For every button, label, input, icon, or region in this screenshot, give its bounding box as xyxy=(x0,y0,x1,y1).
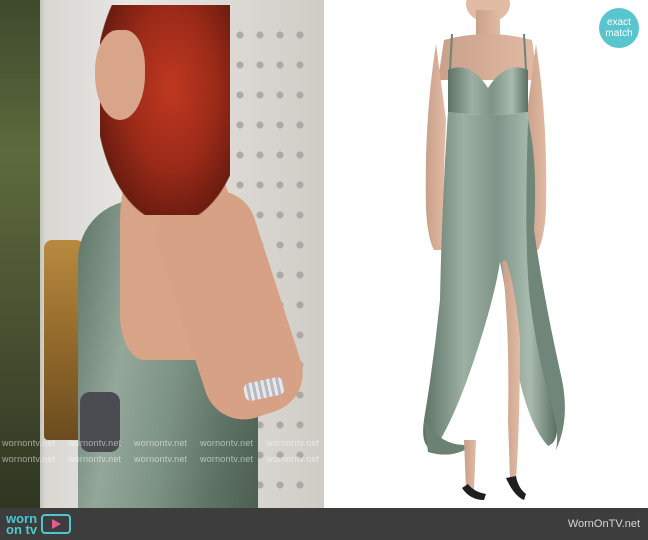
watermark-text: wornontv.net xyxy=(200,454,254,464)
model-left-leg xyxy=(464,440,476,490)
watermark-text: wornontv.net xyxy=(68,438,122,448)
face xyxy=(95,30,145,120)
watermark-text: wornontv.net xyxy=(2,454,56,464)
product-photo xyxy=(324,0,648,508)
dress-product-illustration xyxy=(423,0,565,500)
logo-bottom-text: on tv xyxy=(6,522,38,537)
watermark-text: wornontv.net xyxy=(266,438,320,448)
tv-play-icon xyxy=(41,514,72,534)
exact-match-badge: exact match xyxy=(599,8,639,48)
right-heel-sandal xyxy=(506,476,526,500)
badge-line-1: exact xyxy=(607,17,631,28)
tv-still-photo: wornontv.net wornontv.net wornontv.net w… xyxy=(0,0,324,508)
watermark-text: wornontv.net xyxy=(134,454,188,464)
watermark-text: wornontv.net xyxy=(266,454,320,464)
watermark-text: wornontv.net xyxy=(200,438,254,448)
badge-line-2: match xyxy=(605,28,633,39)
watermark-text: wornontv.net xyxy=(134,438,188,448)
watermark-text: wornontv.net xyxy=(2,438,56,448)
plant-foliage xyxy=(0,0,40,508)
image-stage: wornontv.net wornontv.net wornontv.net w… xyxy=(0,0,648,508)
watermark-text: wornontv.net xyxy=(68,454,122,464)
logo-wordmark: worn on tv xyxy=(6,512,38,537)
footer-bar: worn on tv WornOnTV.net xyxy=(0,508,648,540)
site-logo[interactable]: worn on tv xyxy=(6,512,72,537)
site-url[interactable]: WornOnTV.net xyxy=(568,518,640,530)
